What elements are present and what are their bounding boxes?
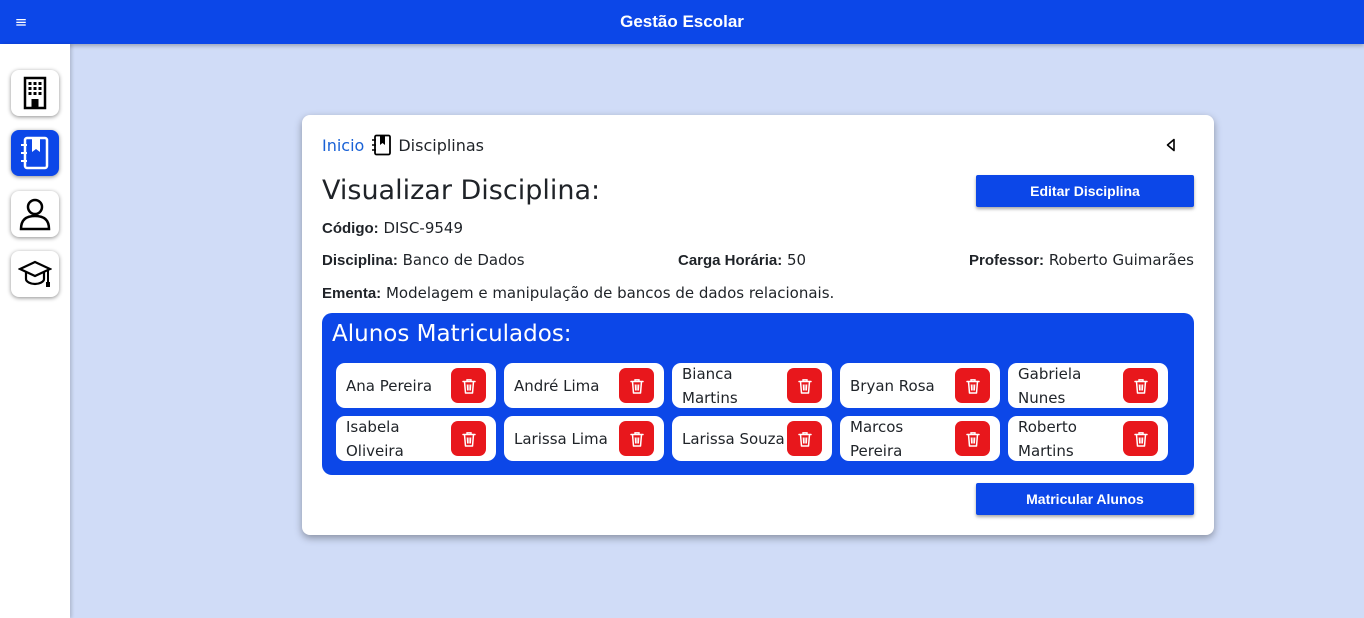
- code-value: DISC-9549: [383, 219, 463, 237]
- breadcrumb: Inicio Disciplinas: [322, 134, 484, 156]
- remove-student-button[interactable]: [955, 421, 990, 456]
- trash-icon: [629, 378, 644, 394]
- trash-icon: [1133, 431, 1148, 447]
- student-name: Isabela Oliveira: [346, 417, 404, 460]
- trash-icon: [797, 378, 812, 394]
- trash-icon: [797, 431, 812, 447]
- discipline-card: Inicio Disciplinas Visualizar Disciplina…: [302, 115, 1214, 535]
- app-title: Gestão Escolar: [620, 12, 744, 31]
- student-name: Bryan Rosa: [850, 376, 935, 395]
- student-name: Roberto Martins: [1018, 417, 1077, 460]
- trash-icon: [965, 431, 980, 447]
- remove-student-button[interactable]: [955, 368, 990, 403]
- breadcrumb-home-link[interactable]: Inicio: [322, 136, 364, 155]
- breadcrumb-current: Disciplinas: [398, 135, 485, 155]
- trash-icon: [461, 431, 476, 447]
- name-value: Banco de Dados: [402, 251, 525, 269]
- student-chip: Ana Pereira: [336, 363, 496, 408]
- sidebar-item-students[interactable]: [11, 251, 59, 297]
- student-chip: Larissa Souza: [672, 416, 832, 461]
- syllabus-label: Ementa:: [322, 285, 382, 302]
- trash-icon: [629, 431, 644, 447]
- remove-student-button[interactable]: [619, 368, 654, 403]
- discipline-hours: Carga Horária: 50: [678, 251, 806, 269]
- student-chip: Bryan Rosa: [840, 363, 1000, 408]
- student-name: Marcos Pereira: [850, 417, 904, 460]
- sidebar-item-disciplines[interactable]: [11, 130, 59, 176]
- syllabus-value: Modelagem e manipulação de bancos de dad…: [385, 284, 835, 302]
- caret-left-icon: [1166, 138, 1175, 152]
- student-chip: Isabela Oliveira: [336, 416, 496, 461]
- sidebar-item-schools[interactable]: [11, 70, 59, 116]
- student-chip: Bianca Martins: [672, 363, 832, 408]
- student-list: Ana Pereira André Lima Bianca Martins Bryan…: [336, 363, 1168, 461]
- student-chip: André Lima: [504, 363, 664, 408]
- hours-label: Carga Horária:: [678, 252, 783, 269]
- student-name: Larissa Lima: [514, 429, 608, 448]
- discipline-professor: Professor: Roberto Guimarães: [969, 251, 1194, 269]
- trash-icon: [461, 378, 476, 394]
- professor-label: Professor:: [969, 252, 1045, 269]
- enrolled-students-panel: Alunos Matriculados: Ana Pereira André Li…: [322, 313, 1194, 475]
- student-chip: Marcos Pereira: [840, 416, 1000, 461]
- enroll-students-button[interactable]: Matricular Alunos: [976, 483, 1194, 515]
- notebook-bookmark-icon: [21, 136, 49, 170]
- remove-student-button[interactable]: [787, 421, 822, 456]
- graduation-cap-icon: [18, 260, 52, 287]
- hours-value: 50: [786, 251, 807, 269]
- student-name: Gabriela Nunes: [1018, 364, 1082, 407]
- discipline-code: Código: DISC-9549: [322, 219, 463, 237]
- sidebar-item-people[interactable]: [11, 191, 59, 237]
- remove-student-button[interactable]: [1123, 368, 1158, 403]
- remove-student-button[interactable]: [1123, 421, 1158, 456]
- page-title: Visualizar Disciplina:: [322, 175, 601, 206]
- student-chip: Roberto Martins: [1008, 416, 1168, 461]
- remove-student-button[interactable]: [451, 421, 486, 456]
- top-app-bar: ≡ Gestão Escolar: [0, 0, 1364, 44]
- trash-icon: [965, 378, 980, 394]
- sidebar: [0, 44, 70, 618]
- trash-icon: [1133, 378, 1148, 394]
- remove-student-button[interactable]: [451, 368, 486, 403]
- edit-discipline-button[interactable]: Editar Disciplina: [976, 175, 1194, 207]
- remove-student-button[interactable]: [619, 421, 654, 456]
- student-name: Ana Pereira: [346, 376, 433, 395]
- professor-value: Roberto Guimarães: [1048, 251, 1194, 269]
- remove-student-button[interactable]: [787, 368, 822, 403]
- enrolled-students-title: Alunos Matriculados:: [332, 321, 572, 347]
- discipline-syllabus: Ementa: Modelagem e manipulação de banco…: [322, 284, 834, 302]
- student-chip: Larissa Lima: [504, 416, 664, 461]
- student-name: Larissa Souza: [682, 429, 785, 448]
- building-icon: [23, 76, 47, 110]
- user-icon: [19, 198, 51, 231]
- back-button[interactable]: [1160, 135, 1182, 155]
- student-chip: Gabriela Nunes: [1008, 363, 1168, 408]
- student-name: André Lima: [514, 376, 600, 395]
- name-label: Disciplina:: [322, 252, 398, 269]
- code-label: Código:: [322, 220, 379, 237]
- student-name: Bianca Martins: [682, 364, 738, 407]
- notebook-icon: [372, 134, 392, 156]
- discipline-name: Disciplina: Banco de Dados: [322, 251, 525, 269]
